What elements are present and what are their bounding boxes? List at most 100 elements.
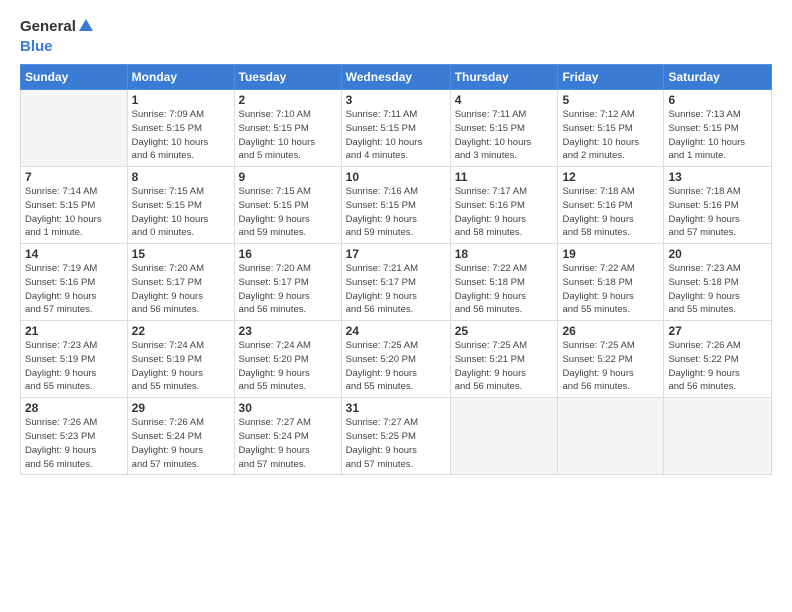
header-wednesday: Wednesday [341,65,450,90]
header: General Blue [20,18,772,56]
day-number: 9 [239,170,337,184]
day-number: 26 [562,324,659,338]
calendar-table: SundayMondayTuesdayWednesdayThursdayFrid… [20,64,772,475]
calendar-cell: 28Sunrise: 7:26 AM Sunset: 5:23 PM Dayli… [21,398,128,475]
day-number: 14 [25,247,123,261]
day-number: 15 [132,247,230,261]
day-number: 6 [668,93,767,107]
week-row-1: 7Sunrise: 7:14 AM Sunset: 5:15 PM Daylig… [21,167,772,244]
calendar-cell [450,398,558,475]
day-info: Sunrise: 7:26 AM Sunset: 5:22 PM Dayligh… [668,339,767,394]
day-number: 5 [562,93,659,107]
day-info: Sunrise: 7:24 AM Sunset: 5:20 PM Dayligh… [239,339,337,394]
day-info: Sunrise: 7:14 AM Sunset: 5:15 PM Dayligh… [25,185,123,240]
calendar-cell: 13Sunrise: 7:18 AM Sunset: 5:16 PM Dayli… [664,167,772,244]
day-info: Sunrise: 7:20 AM Sunset: 5:17 PM Dayligh… [132,262,230,317]
calendar-cell [21,90,128,167]
calendar-cell: 18Sunrise: 7:22 AM Sunset: 5:18 PM Dayli… [450,244,558,321]
day-info: Sunrise: 7:18 AM Sunset: 5:16 PM Dayligh… [668,185,767,240]
day-number: 18 [455,247,554,261]
day-info: Sunrise: 7:22 AM Sunset: 5:18 PM Dayligh… [455,262,554,317]
day-info: Sunrise: 7:25 AM Sunset: 5:22 PM Dayligh… [562,339,659,394]
page: General Blue SundayMondayTuesdayWednesda… [0,0,792,612]
day-number: 11 [455,170,554,184]
calendar-cell: 24Sunrise: 7:25 AM Sunset: 5:20 PM Dayli… [341,321,450,398]
day-info: Sunrise: 7:12 AM Sunset: 5:15 PM Dayligh… [562,108,659,163]
day-number: 8 [132,170,230,184]
day-info: Sunrise: 7:25 AM Sunset: 5:21 PM Dayligh… [455,339,554,394]
day-number: 10 [346,170,446,184]
day-number: 22 [132,324,230,338]
week-row-2: 14Sunrise: 7:19 AM Sunset: 5:16 PM Dayli… [21,244,772,321]
day-number: 21 [25,324,123,338]
day-info: Sunrise: 7:26 AM Sunset: 5:23 PM Dayligh… [25,416,123,471]
calendar-cell: 10Sunrise: 7:16 AM Sunset: 5:15 PM Dayli… [341,167,450,244]
header-monday: Monday [127,65,234,90]
calendar-cell [558,398,664,475]
header-tuesday: Tuesday [234,65,341,90]
day-info: Sunrise: 7:15 AM Sunset: 5:15 PM Dayligh… [239,185,337,240]
calendar-cell: 31Sunrise: 7:27 AM Sunset: 5:25 PM Dayli… [341,398,450,475]
header-row: SundayMondayTuesdayWednesdayThursdayFrid… [21,65,772,90]
week-row-3: 21Sunrise: 7:23 AM Sunset: 5:19 PM Dayli… [21,321,772,398]
week-row-0: 1Sunrise: 7:09 AM Sunset: 5:15 PM Daylig… [21,90,772,167]
calendar-cell: 4Sunrise: 7:11 AM Sunset: 5:15 PM Daylig… [450,90,558,167]
day-number: 28 [25,401,123,415]
day-info: Sunrise: 7:11 AM Sunset: 5:15 PM Dayligh… [455,108,554,163]
day-info: Sunrise: 7:20 AM Sunset: 5:17 PM Dayligh… [239,262,337,317]
day-info: Sunrise: 7:22 AM Sunset: 5:18 PM Dayligh… [562,262,659,317]
day-number: 31 [346,401,446,415]
day-number: 30 [239,401,337,415]
calendar-cell: 2Sunrise: 7:10 AM Sunset: 5:15 PM Daylig… [234,90,341,167]
calendar-cell: 16Sunrise: 7:20 AM Sunset: 5:17 PM Dayli… [234,244,341,321]
day-number: 17 [346,247,446,261]
day-info: Sunrise: 7:17 AM Sunset: 5:16 PM Dayligh… [455,185,554,240]
calendar-cell: 20Sunrise: 7:23 AM Sunset: 5:18 PM Dayli… [664,244,772,321]
day-info: Sunrise: 7:13 AM Sunset: 5:15 PM Dayligh… [668,108,767,163]
logo-blue: Blue [20,38,95,56]
logo-triangle-icon [77,17,95,33]
calendar-cell: 15Sunrise: 7:20 AM Sunset: 5:17 PM Dayli… [127,244,234,321]
calendar-cell: 27Sunrise: 7:26 AM Sunset: 5:22 PM Dayli… [664,321,772,398]
calendar-cell: 22Sunrise: 7:24 AM Sunset: 5:19 PM Dayli… [127,321,234,398]
day-info: Sunrise: 7:26 AM Sunset: 5:24 PM Dayligh… [132,416,230,471]
calendar-cell: 8Sunrise: 7:15 AM Sunset: 5:15 PM Daylig… [127,167,234,244]
day-number: 1 [132,93,230,107]
calendar-cell: 11Sunrise: 7:17 AM Sunset: 5:16 PM Dayli… [450,167,558,244]
day-number: 2 [239,93,337,107]
day-info: Sunrise: 7:23 AM Sunset: 5:19 PM Dayligh… [25,339,123,394]
day-info: Sunrise: 7:23 AM Sunset: 5:18 PM Dayligh… [668,262,767,317]
day-info: Sunrise: 7:16 AM Sunset: 5:15 PM Dayligh… [346,185,446,240]
calendar-cell: 21Sunrise: 7:23 AM Sunset: 5:19 PM Dayli… [21,321,128,398]
logo: General Blue [20,18,95,56]
day-number: 3 [346,93,446,107]
day-info: Sunrise: 7:15 AM Sunset: 5:15 PM Dayligh… [132,185,230,240]
day-info: Sunrise: 7:10 AM Sunset: 5:15 PM Dayligh… [239,108,337,163]
day-info: Sunrise: 7:27 AM Sunset: 5:25 PM Dayligh… [346,416,446,471]
calendar-cell: 19Sunrise: 7:22 AM Sunset: 5:18 PM Dayli… [558,244,664,321]
calendar-cell: 14Sunrise: 7:19 AM Sunset: 5:16 PM Dayli… [21,244,128,321]
day-info: Sunrise: 7:11 AM Sunset: 5:15 PM Dayligh… [346,108,446,163]
calendar-cell: 6Sunrise: 7:13 AM Sunset: 5:15 PM Daylig… [664,90,772,167]
day-number: 25 [455,324,554,338]
calendar-cell: 29Sunrise: 7:26 AM Sunset: 5:24 PM Dayli… [127,398,234,475]
day-info: Sunrise: 7:27 AM Sunset: 5:24 PM Dayligh… [239,416,337,471]
day-info: Sunrise: 7:09 AM Sunset: 5:15 PM Dayligh… [132,108,230,163]
calendar-cell: 26Sunrise: 7:25 AM Sunset: 5:22 PM Dayli… [558,321,664,398]
day-info: Sunrise: 7:21 AM Sunset: 5:17 PM Dayligh… [346,262,446,317]
day-number: 12 [562,170,659,184]
calendar-cell: 3Sunrise: 7:11 AM Sunset: 5:15 PM Daylig… [341,90,450,167]
day-number: 29 [132,401,230,415]
day-number: 23 [239,324,337,338]
logo-icon: General Blue [20,18,95,56]
header-thursday: Thursday [450,65,558,90]
header-sunday: Sunday [21,65,128,90]
calendar-cell [664,398,772,475]
day-number: 19 [562,247,659,261]
day-number: 13 [668,170,767,184]
day-info: Sunrise: 7:19 AM Sunset: 5:16 PM Dayligh… [25,262,123,317]
week-row-4: 28Sunrise: 7:26 AM Sunset: 5:23 PM Dayli… [21,398,772,475]
calendar-cell: 17Sunrise: 7:21 AM Sunset: 5:17 PM Dayli… [341,244,450,321]
day-info: Sunrise: 7:18 AM Sunset: 5:16 PM Dayligh… [562,185,659,240]
day-number: 4 [455,93,554,107]
